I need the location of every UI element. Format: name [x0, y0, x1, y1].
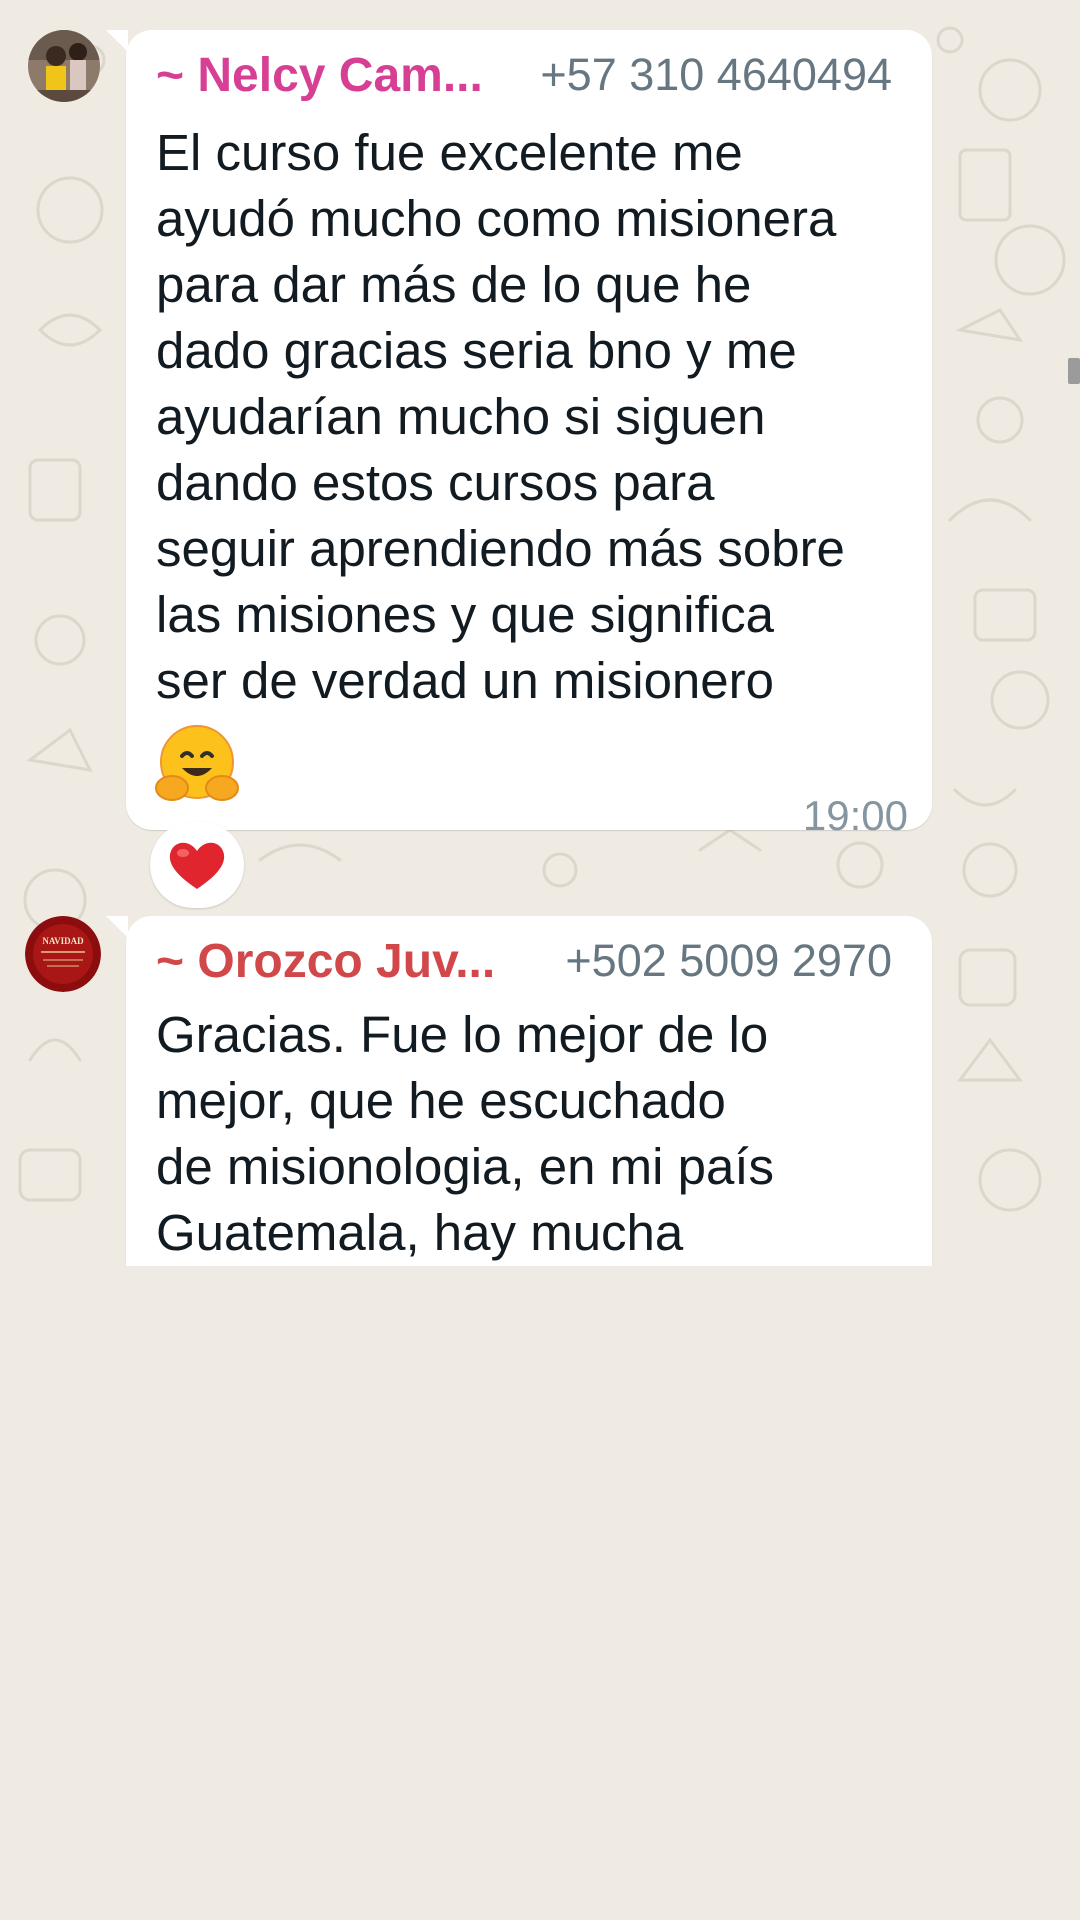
message-bubble[interactable]: ~ Orozco Juv... +502 5009 2970 Gracias. … — [126, 916, 932, 1266]
empty-area — [0, 1266, 1080, 1920]
avatar-image-icon: NAVIDAD — [25, 916, 101, 992]
sender-name[interactable]: ~ Orozco Juv... — [156, 934, 495, 989]
sender-phone[interactable]: +502 5009 2970 — [565, 935, 892, 987]
sender-header: ~ Orozco Juv... +502 5009 2970 — [156, 926, 892, 996]
message-text: Gracias. Fue lo mejor de lo mejor, que h… — [156, 1006, 775, 1261]
sender-name[interactable]: ~ Nelcy Cam... — [156, 48, 483, 103]
reaction-badge[interactable] — [150, 822, 244, 908]
avatar-photo-icon — [28, 30, 100, 102]
sender-phone[interactable]: +57 310 4640494 — [540, 49, 892, 101]
message-time: 19:00 — [802, 792, 908, 839]
chat-area[interactable]: ~ Nelcy Cam... +57 310 4640494 El curso … — [0, 0, 1080, 1266]
bubble-tail — [106, 30, 128, 52]
message-text: El curso fue excelente me ayudó mucho co… — [156, 124, 845, 709]
sender-avatar[interactable]: NAVIDAD — [25, 916, 101, 992]
hugging-face-emoji-icon — [155, 725, 239, 801]
sender-header: ~ Nelcy Cam... +57 310 4640494 — [156, 40, 892, 110]
scrollbar-thumb[interactable] — [1068, 358, 1080, 384]
sender-avatar[interactable] — [28, 30, 100, 102]
avatar-text: NAVIDAD — [42, 936, 84, 946]
heart-icon — [169, 842, 225, 889]
bubble-tail — [106, 916, 128, 938]
message-bubble[interactable]: ~ Nelcy Cam... +57 310 4640494 El curso … — [126, 30, 932, 839]
